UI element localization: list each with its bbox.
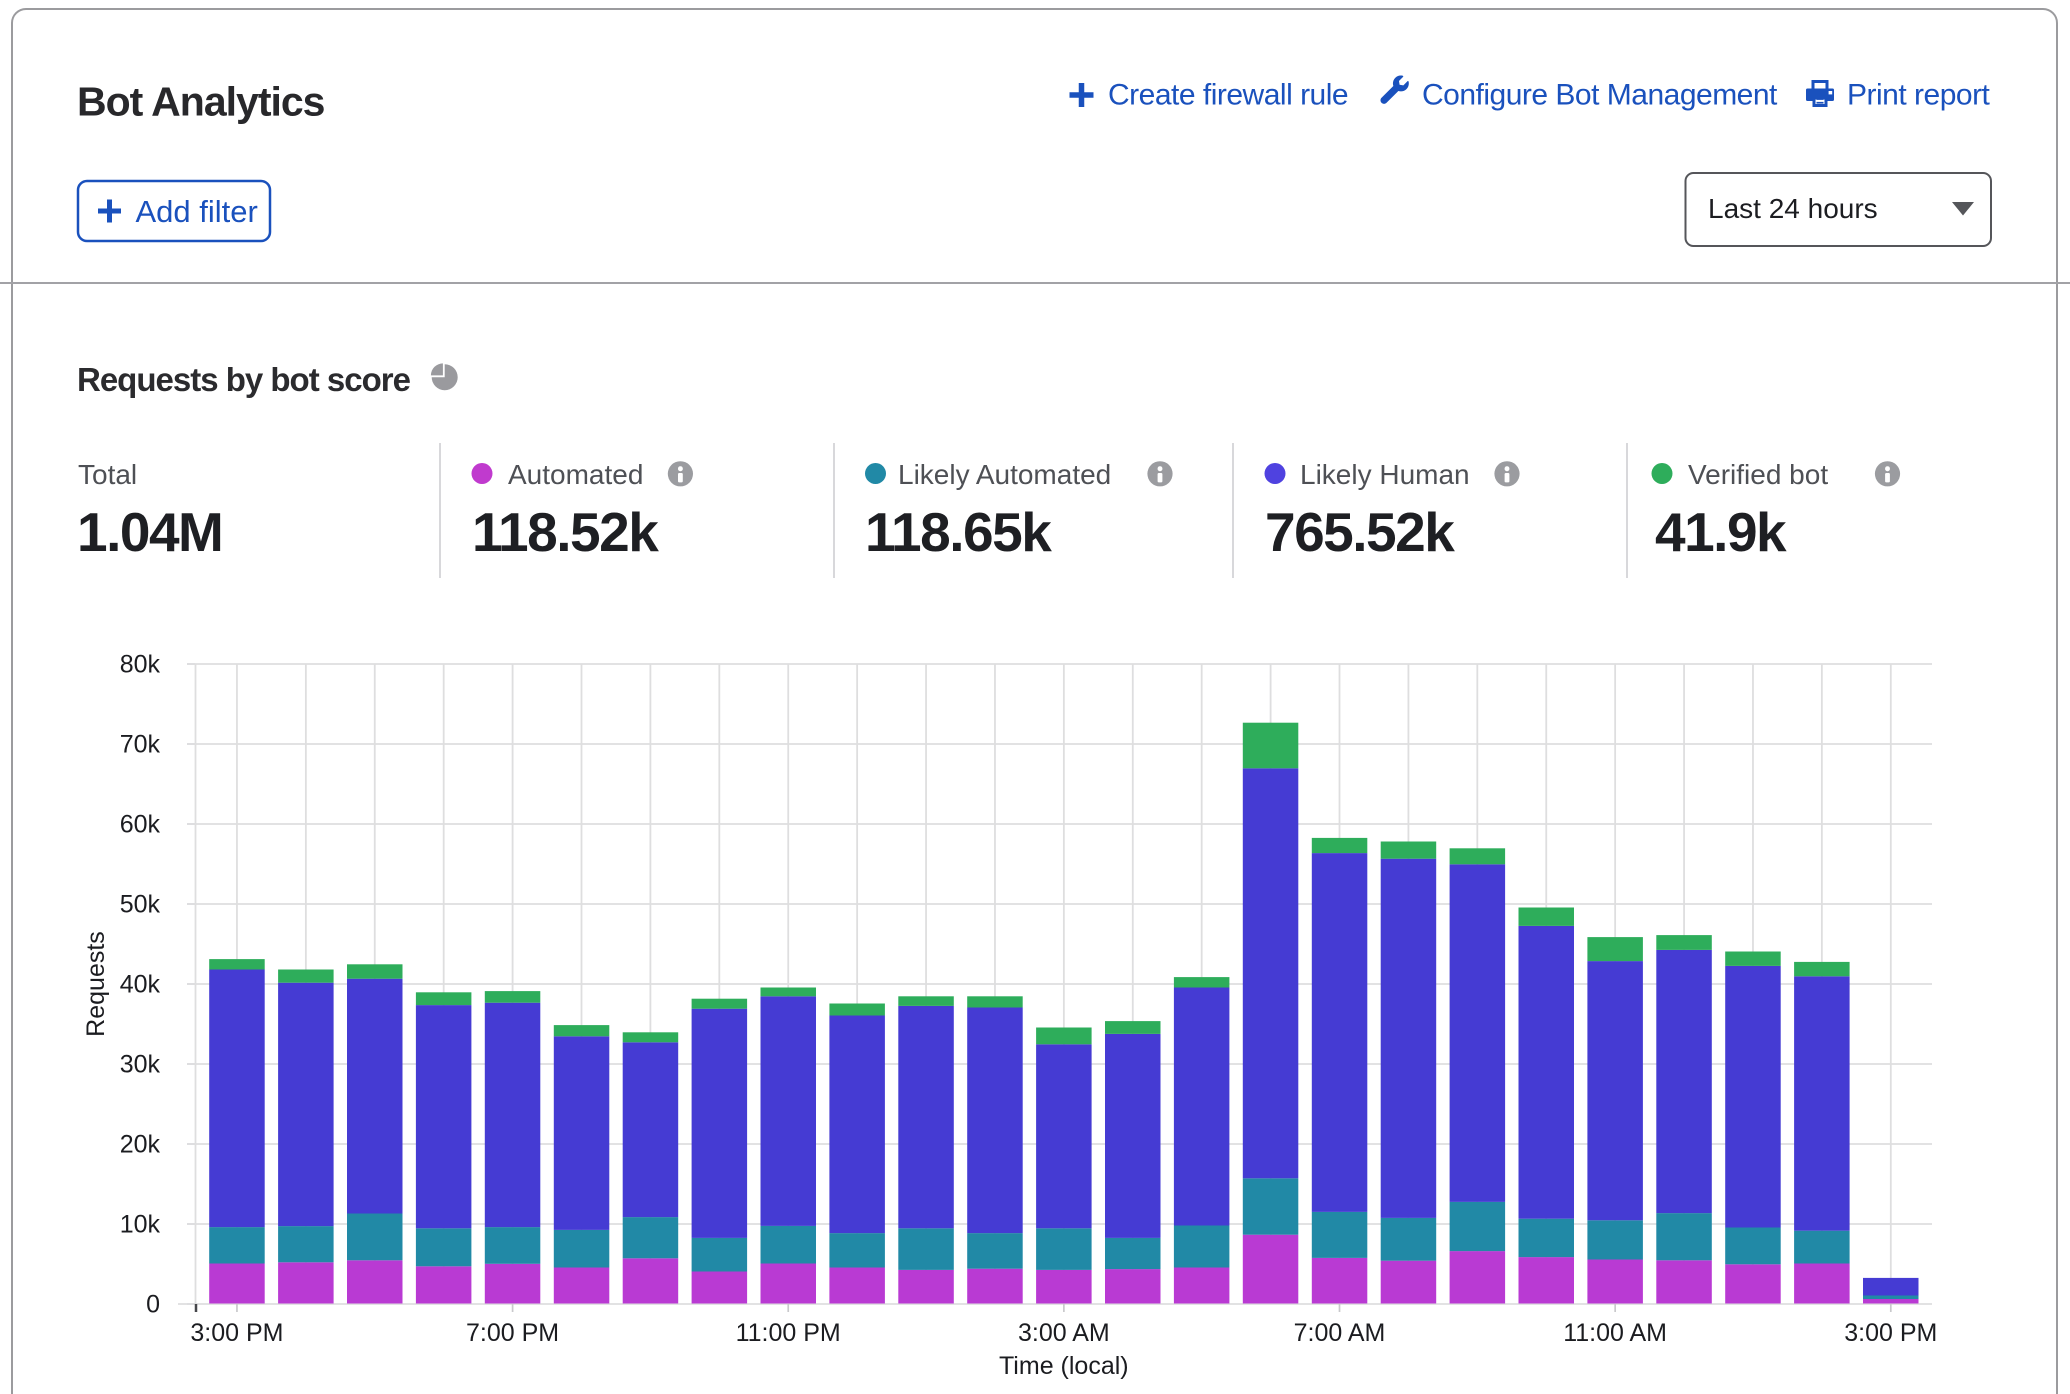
svg-text:Requests by bot score: Requests by bot score: [77, 361, 411, 398]
svg-text:20k: 20k: [120, 1131, 161, 1159]
svg-text:Likely Human: Likely Human: [1300, 459, 1470, 490]
svg-text:Automated: Automated: [508, 459, 643, 490]
svg-text:Create firewall rule: Create firewall rule: [1108, 79, 1348, 112]
svg-text:11:00 PM: 11:00 PM: [736, 1319, 841, 1347]
svg-text:10k: 10k: [120, 1211, 161, 1239]
svg-text:70k: 70k: [120, 731, 161, 759]
svg-text:11:00 AM: 11:00 AM: [1563, 1319, 1667, 1347]
svg-text:3:00 AM: 3:00 AM: [1018, 1319, 1110, 1347]
svg-text:Bot Analytics: Bot Analytics: [77, 79, 325, 125]
svg-text:118.52k: 118.52k: [472, 501, 659, 563]
svg-text:0: 0: [146, 1291, 160, 1319]
svg-text:Time (local): Time (local): [999, 1352, 1129, 1380]
svg-text:80k: 80k: [120, 651, 161, 679]
svg-text:30k: 30k: [120, 1051, 161, 1079]
svg-text:7:00 PM: 7:00 PM: [466, 1319, 559, 1347]
svg-text:Print report: Print report: [1847, 79, 1991, 112]
svg-text:Add filter: Add filter: [136, 194, 258, 229]
svg-text:Total: Total: [78, 459, 137, 490]
svg-text:7:00 AM: 7:00 AM: [1294, 1319, 1386, 1347]
svg-text:1.04M: 1.04M: [77, 501, 222, 563]
svg-text:Configure Bot Management: Configure Bot Management: [1422, 79, 1778, 112]
svg-text:Last 24 hours: Last 24 hours: [1708, 193, 1878, 224]
svg-text:50k: 50k: [120, 891, 161, 919]
svg-text:3:00 PM: 3:00 PM: [190, 1319, 283, 1347]
svg-text:118.65k: 118.65k: [865, 501, 1052, 563]
svg-text:Verified bot: Verified bot: [1688, 459, 1828, 490]
svg-text:60k: 60k: [120, 811, 161, 839]
svg-text:40k: 40k: [120, 971, 161, 999]
svg-text:41.9k: 41.9k: [1655, 501, 1787, 563]
svg-text:3:00 PM: 3:00 PM: [1844, 1319, 1937, 1347]
svg-text:Likely Automated: Likely Automated: [898, 459, 1111, 490]
svg-text:Requests: Requests: [82, 931, 110, 1037]
svg-text:765.52k: 765.52k: [1265, 501, 1455, 563]
